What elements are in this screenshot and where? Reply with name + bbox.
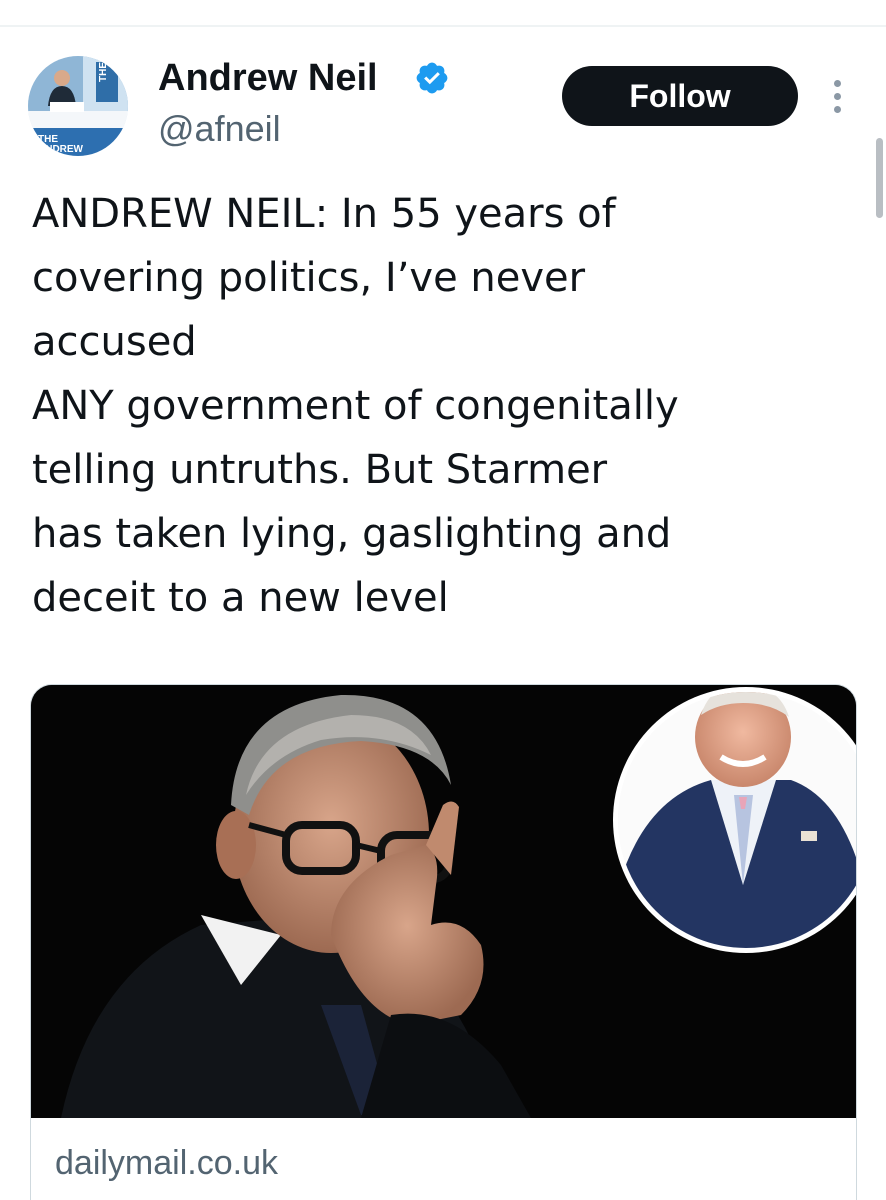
more-options-icon[interactable] [824,76,852,116]
follow-button[interactable]: Follow [562,66,798,126]
divider [0,25,886,27]
tweet-line: telling untruths. But Starmer [32,447,608,493]
link-preview-card[interactable]: dailymail.co.uk [30,684,857,1200]
tweet-line: ANY government of congenitally [32,383,679,429]
link-domain[interactable]: dailymail.co.uk [55,1143,278,1183]
avatar[interactable]: THE THE ANDREW [28,56,128,156]
author-handle[interactable]: @afneil [158,108,281,150]
tweet-line: covering politics, I’ve never [32,255,586,301]
tweet-text: ANDREW NEIL: In 55 years of covering pol… [32,182,832,630]
link-preview-image[interactable] [31,685,856,1118]
tweet-page: THE THE ANDREW Andrew Neil @afneil Follo… [0,0,886,1200]
verified-badge-icon [416,62,448,94]
tweet-line: accused [32,319,197,365]
tweet-line: has taken lying, gaslighting and [32,511,672,557]
author-display-name[interactable]: Andrew Neil [158,56,378,100]
tweet-line: deceit to a new level [32,575,449,621]
scrollbar[interactable] [876,138,883,218]
svg-text:ANDREW: ANDREW [38,144,84,155]
svg-text:THE: THE [98,62,109,82]
tweet-line: ANDREW NEIL: In 55 years of [32,191,616,237]
